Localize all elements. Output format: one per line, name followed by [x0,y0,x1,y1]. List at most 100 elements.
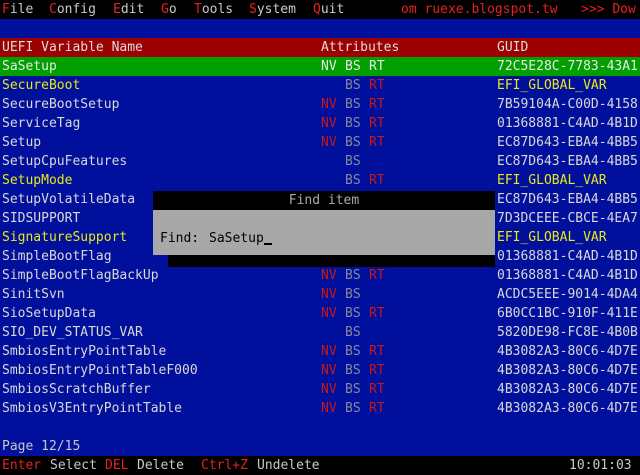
attr-rt: RT [369,59,385,74]
scrolling-banner: om ruexe.blogspot.tw >>> Dow [401,2,636,17]
action-undelete[interactable]: Undelete [257,456,320,475]
menu-tools[interactable]: Tools [194,0,233,19]
attr-bs: BS [345,173,361,188]
variable-guid: EC87D643-EBA4-4BB5 [497,135,638,150]
variable-name: SinitSvn [2,287,65,302]
attr-nv: NV [321,363,337,378]
menu-file[interactable]: File [2,0,33,19]
action-delete[interactable]: Delete [137,456,184,475]
attr-rt: RT [369,78,385,93]
variable-name: SetupCpuFeatures [2,154,128,169]
variable-guid: 4B3082A3-80C6-4D7E [497,344,638,359]
attr-bs: BS [345,97,361,112]
attr-rt: RT [369,116,385,131]
page-indicator: Page 12/15 [2,439,81,454]
variable-guid: ACDC5EEE-9014-4DA4 [497,287,638,302]
variable-name: SmbiosEntryPointTable [2,344,167,359]
attr-rt: RT [369,401,385,416]
attr-nv: NV [321,382,337,397]
variable-guid: EC87D643-EBA4-4BB5 [497,154,638,169]
clock: 10:01:03 [569,458,632,473]
table-row[interactable]: SecureBootSetup NV BS RT 7B59104A-C00D-4158 [0,95,640,114]
variable-guid: 4B3082A3-80C6-4D7E [497,401,638,416]
variable-name: Setup [2,135,42,150]
table-row[interactable]: ServiceTag NV BS RT 01368881-C4AD-4B1D [0,114,640,133]
attr-bs: BS [345,325,361,340]
variable-name: SecureBootSetup [2,97,120,112]
table-header: UEFI Variable Name Attributes GUID [0,38,640,57]
variable-guid: 01368881-C4AD-4B1D [497,249,638,264]
menu-system[interactable]: System [249,0,296,19]
text-cursor [263,229,272,245]
variable-guid: 01368881-C4AD-4B1D [497,268,638,283]
variable-guid: 01368881-C4AD-4B1D [497,116,638,131]
find-input[interactable]: SaSetup [209,229,272,248]
variable-guid: 7B59104A-C00D-4158 [497,97,638,112]
attr-bs: BS [345,306,361,321]
attr-nv: NV [321,116,337,131]
variable-name: SioSetupData [2,306,96,321]
attr-rt: RT [369,382,385,397]
variable-name: SimpleBootFlagBackUp [2,268,159,283]
attr-bs: BS [345,363,361,378]
variable-name: SecureBoot [2,78,81,93]
variable-guid: EFI_GLOBAL_VAR [497,173,607,188]
dialog-shadow-bottom [168,267,495,286]
variable-guid: EC87D643-EBA4-4BB5 [497,192,638,207]
attr-bs: BS [345,401,361,416]
variable-name: SetupMode [2,173,73,188]
variable-guid: 5820DE98-FC8E-4B0B [497,325,638,340]
menu-quit[interactable]: Quit [313,0,344,19]
variable-guid: 72C5E28C-7783-43A1 [497,59,638,74]
variable-name: SmbiosScratchBuffer [2,382,151,397]
find-dialog: Find: SaSetup [153,210,495,255]
variable-name: SIDSUPPORT [2,211,81,226]
table-row[interactable]: Setup NV BS RT EC87D643-EBA4-4BB5 [0,133,640,152]
variable-name: ServiceTag [2,116,81,131]
attr-rt: RT [369,97,385,112]
menu-spacer [0,19,640,38]
table-row[interactable]: SIO_DEV_STATUS_VAR BS 5820DE98-FC8E-4B0B [0,323,640,342]
attr-rt: RT [369,135,385,150]
action-select[interactable]: Select [50,456,97,475]
attr-bs: BS [345,287,361,302]
table-row[interactable]: SetupMode BS RT EFI_GLOBAL_VAR [0,171,640,190]
attr-rt: RT [369,363,385,378]
table-row[interactable]: SmbiosV3EntryPointTable NV BS RT 4B3082A3-80… [0,399,640,418]
column-header-name[interactable]: UEFI Variable Name [2,38,143,57]
variable-guid: EFI_GLOBAL_VAR [497,78,607,93]
table-row[interactable]: SmbiosEntryPointTable NV BS RT 4B3082A3-80C6… [0,342,640,361]
attr-nv: NV [321,287,337,302]
menu-edit[interactable]: Edit [113,0,144,19]
variable-guid: 6B0CC1BC-910F-411E [497,306,638,321]
table-row[interactable]: SioSetupData NV BS RT 6B0CC1BC-910F-411E [0,304,640,323]
variable-guid: 4B3082A3-80C6-4D7E [497,363,638,378]
attr-rt: RT [369,173,385,188]
menu-bar: File Config Edit Go Tools System Quit om… [0,0,640,19]
table-row[interactable]: SmbiosScratchBuffer NV BS RT 4B3082A3-80C6-4… [0,380,640,399]
attr-nv: NV [321,97,337,112]
find-label: Find: [160,231,200,246]
column-header-guid[interactable]: GUID [497,38,528,57]
key-del: DEL [105,458,129,473]
table-row[interactable]: SaSetup NV BS RT 72C5E28C-7783-43A1 [0,57,640,76]
column-header-attributes[interactable]: Attributes [321,38,399,57]
attr-nv: NV [321,306,337,321]
variable-name: SaSetup [2,59,57,74]
menu-go[interactable]: Go [161,0,177,19]
menu-config[interactable]: Config [49,0,96,19]
variable-name: SmbiosV3EntryPointTable [2,401,183,416]
attr-nv: NV [321,59,337,74]
variable-name: SmbiosEntryPointTableF000 [2,363,198,378]
attr-nv: NV [321,401,337,416]
attr-bs: BS [345,344,361,359]
table-row[interactable]: SinitSvn NV BS ACDC5EEE-9014-4DA4 [0,285,640,304]
table-row[interactable]: SecureBoot BS RT EFI_GLOBAL_VAR [0,76,640,95]
table-row[interactable]: SmbiosEntryPointTableF000 NV BS RT 4B3082A3-… [0,361,640,380]
variable-guid: 4B3082A3-80C6-4D7E [497,382,638,397]
attr-nv: NV [321,135,337,150]
attr-rt: RT [369,344,385,359]
table-row[interactable]: SetupCpuFeatures BS EC87D643-EBA4-4BB5 [0,152,640,171]
key-help-bar: Enter Select DEL Delete Ctrl+Z Undelete … [0,456,640,475]
variable-name: SignatureSupport [2,230,128,245]
